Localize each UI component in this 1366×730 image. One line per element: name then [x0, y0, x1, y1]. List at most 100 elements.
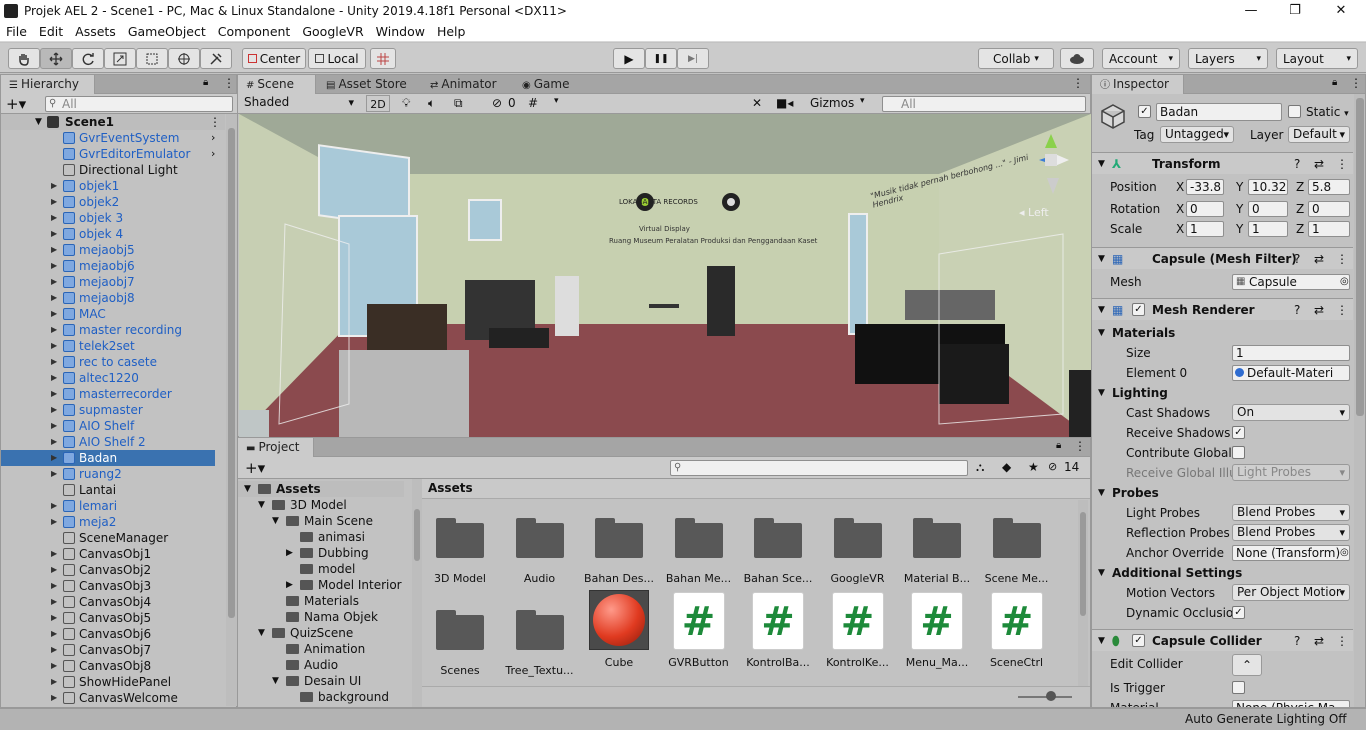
scene-viewport[interactable]: LOKANANTA RECORDS Virtual Display Ruang … — [239, 114, 1091, 437]
reflection-probes-dropdown[interactable]: Blend Probes — [1232, 524, 1350, 541]
inspector-scrollbar[interactable] — [1354, 94, 1365, 707]
project-tree-folder[interactable]: Audio — [238, 657, 404, 673]
hierarchy-item[interactable]: ▶ master recording — [1, 322, 215, 338]
edit-collider-button[interactable]: ⌃ — [1232, 654, 1262, 676]
scrollbar-thumb[interactable] — [228, 128, 235, 618]
hierarchy-item[interactable]: ▶ supmaster — [1, 402, 215, 418]
chevron-right-icon[interactable]: ▶ — [51, 418, 61, 434]
hidden-eye-icon[interactable]: ⊘ — [1048, 460, 1057, 473]
chevron-right-icon[interactable]: ▶ — [51, 290, 61, 306]
asset-item[interactable]: Bahan Sce... — [742, 512, 814, 585]
chevron-right-icon[interactable]: ▶ — [51, 434, 61, 450]
help-icon[interactable]: ? — [1294, 248, 1300, 270]
probes-foldout[interactable]: ▼ Probes — [1092, 483, 1353, 503]
chevron-right-icon[interactable]: ▶ — [51, 626, 61, 642]
step-button[interactable]: ▶| — [677, 48, 709, 69]
capsule-collider-header[interactable]: ▼ ⬮ ✓ Capsule Collider ? ⇄ ⋮ — [1092, 629, 1353, 651]
mesh-field[interactable]: Capsule — [1232, 274, 1350, 290]
slider-thumb[interactable] — [1046, 691, 1056, 701]
chevron-right-icon[interactable]: ▶ — [51, 578, 61, 594]
menu-edit[interactable]: Edit — [33, 24, 69, 39]
chevron-right-icon[interactable]: ▶ — [51, 338, 61, 354]
is-trigger-checkbox[interactable] — [1232, 681, 1245, 694]
chevron-right-icon[interactable]: ▶ — [51, 514, 61, 530]
panel-menu-icon[interactable]: ⋮ — [1072, 76, 1084, 90]
anchor-override-field[interactable]: None (Transform) — [1232, 545, 1350, 561]
chevron-right-icon[interactable]: ▶ — [51, 546, 61, 562]
tools-icon[interactable]: ✕ — [752, 96, 762, 110]
asset-item[interactable]: # GVRButton — [663, 592, 735, 669]
chevron-right-icon[interactable]: ▶ — [51, 210, 61, 226]
tab-inspector[interactable]: ⓘ Inspector — [1092, 75, 1184, 94]
rotation-x-field[interactable]: 0 — [1186, 201, 1224, 217]
component-menu-icon[interactable]: ⋮ — [1336, 630, 1348, 652]
scene-root-row[interactable]: ▼ Scene1 ⋮ — [1, 114, 225, 130]
project-tree-folder[interactable]: ▼ Desain UI — [238, 673, 404, 689]
chevron-right-icon[interactable]: ▶ — [51, 610, 61, 626]
rotate-tool-button[interactable] — [72, 48, 104, 69]
create-asset-button[interactable]: +▾ — [245, 459, 265, 477]
object-picker-icon[interactable]: ◎ — [1340, 543, 1349, 563]
minimize-button[interactable]: — — [1228, 0, 1274, 22]
static-dropdown[interactable]: Static ▾ — [1306, 103, 1349, 123]
lock-icon[interactable]: 🔒︎ — [1332, 77, 1337, 88]
project-tree-folder[interactable]: ▼ QuizScene — [238, 625, 404, 641]
chevron-down-icon[interactable]: ▼ — [272, 673, 279, 689]
asset-item[interactable]: # KontrolBa... — [742, 592, 814, 669]
hierarchy-item[interactable]: ▶ AIO Shelf — [1, 418, 215, 434]
chevron-right-icon[interactable]: ▶ — [286, 577, 293, 593]
chevron-right-icon[interactable]: ▶ — [51, 690, 61, 706]
layers-dropdown[interactable]: Layers ▾ — [1188, 48, 1268, 69]
project-tree-folder[interactable]: ▼ 3D Model — [238, 497, 404, 513]
help-icon[interactable]: ? — [1294, 299, 1300, 321]
receive-shadows-checkbox[interactable]: ✓ — [1232, 426, 1245, 439]
chevron-right-icon[interactable]: ▶ — [51, 354, 61, 370]
preset-icon[interactable]: ⇄ — [1314, 299, 1324, 321]
component-menu-icon[interactable]: ⋮ — [1336, 299, 1348, 321]
menu-googlevr[interactable]: GoogleVR — [296, 24, 369, 39]
preset-icon[interactable]: ⇄ — [1314, 248, 1324, 270]
hierarchy-item[interactable]: ▶ mejaobj7 — [1, 274, 215, 290]
filter-type-icon[interactable]: ⛬ — [976, 460, 984, 475]
chevron-right-icon[interactable]: ▶ — [51, 194, 61, 210]
position-z-field[interactable]: 5.8 — [1308, 179, 1350, 195]
rect-tool-button[interactable] — [136, 48, 168, 69]
hierarchy-item[interactable]: ▶ ShowHidePanel — [1, 674, 215, 690]
hand-tool-button[interactable] — [8, 48, 40, 69]
component-menu-icon[interactable]: ⋮ — [1336, 153, 1348, 175]
scale-z-field[interactable]: 1 — [1308, 221, 1350, 237]
lightbulb-icon[interactable]: 💡︎ — [402, 96, 410, 111]
move-tool-button[interactable] — [40, 48, 72, 69]
hierarchy-item[interactable]: GvrEditorEmulator › — [1, 146, 215, 162]
chevron-right-icon[interactable]: ▶ — [286, 545, 293, 561]
project-tree-folder[interactable]: Nama Objek — [238, 609, 404, 625]
hierarchy-item[interactable]: ▶ meja2 — [1, 514, 215, 530]
chevron-down-icon[interactable]: ▼ — [272, 513, 279, 529]
preset-icon[interactable]: ⇄ — [1314, 153, 1324, 175]
preset-icon[interactable]: ⇄ — [1314, 630, 1324, 652]
static-checkbox[interactable] — [1288, 105, 1301, 118]
project-tree-folder[interactable]: ▼ Assets — [238, 481, 404, 497]
hierarchy-item[interactable]: ▶ mejaobj8 — [1, 290, 215, 306]
size-field[interactable]: 1 — [1232, 345, 1350, 361]
chevron-right-icon[interactable]: ▶ — [51, 674, 61, 690]
contribute-gi-checkbox[interactable] — [1232, 446, 1245, 459]
project-tree-folder[interactable]: background — [238, 689, 404, 705]
project-tree-folder[interactable]: animasi — [238, 529, 404, 545]
motion-vectors-dropdown[interactable]: Per Object Motior — [1232, 584, 1350, 601]
hidden-eye-icon[interactable]: ⊘ — [492, 96, 502, 110]
asset-item[interactable]: # SceneCtrl — [981, 592, 1053, 669]
mesh-filter-header[interactable]: ▼ ▦ Capsule (Mesh Filter) ? ⇄ ⋮ — [1092, 247, 1353, 269]
tab-animator[interactable]: ⇄ Animator — [422, 75, 512, 94]
scrollbar-thumb[interactable] — [1080, 512, 1086, 616]
project-tree-folder[interactable]: ▼ Main Scene — [238, 513, 404, 529]
project-tree-folder[interactable]: model — [238, 561, 404, 577]
asset-item[interactable]: Bahan Me... — [663, 512, 735, 585]
hierarchy-scrollbar[interactable] — [226, 114, 237, 706]
hierarchy-item[interactable]: ▶ objek 3 — [1, 210, 215, 226]
filter-label-icon[interactable]: ◆ — [1002, 460, 1011, 474]
tab-asset-store[interactable]: ▤ Asset Store — [318, 75, 418, 94]
object-picker-icon[interactable]: ◎ — [1340, 272, 1349, 292]
tag-dropdown[interactable]: Untagged — [1160, 126, 1234, 143]
project-tree-folder[interactable]: Materials — [238, 593, 404, 609]
